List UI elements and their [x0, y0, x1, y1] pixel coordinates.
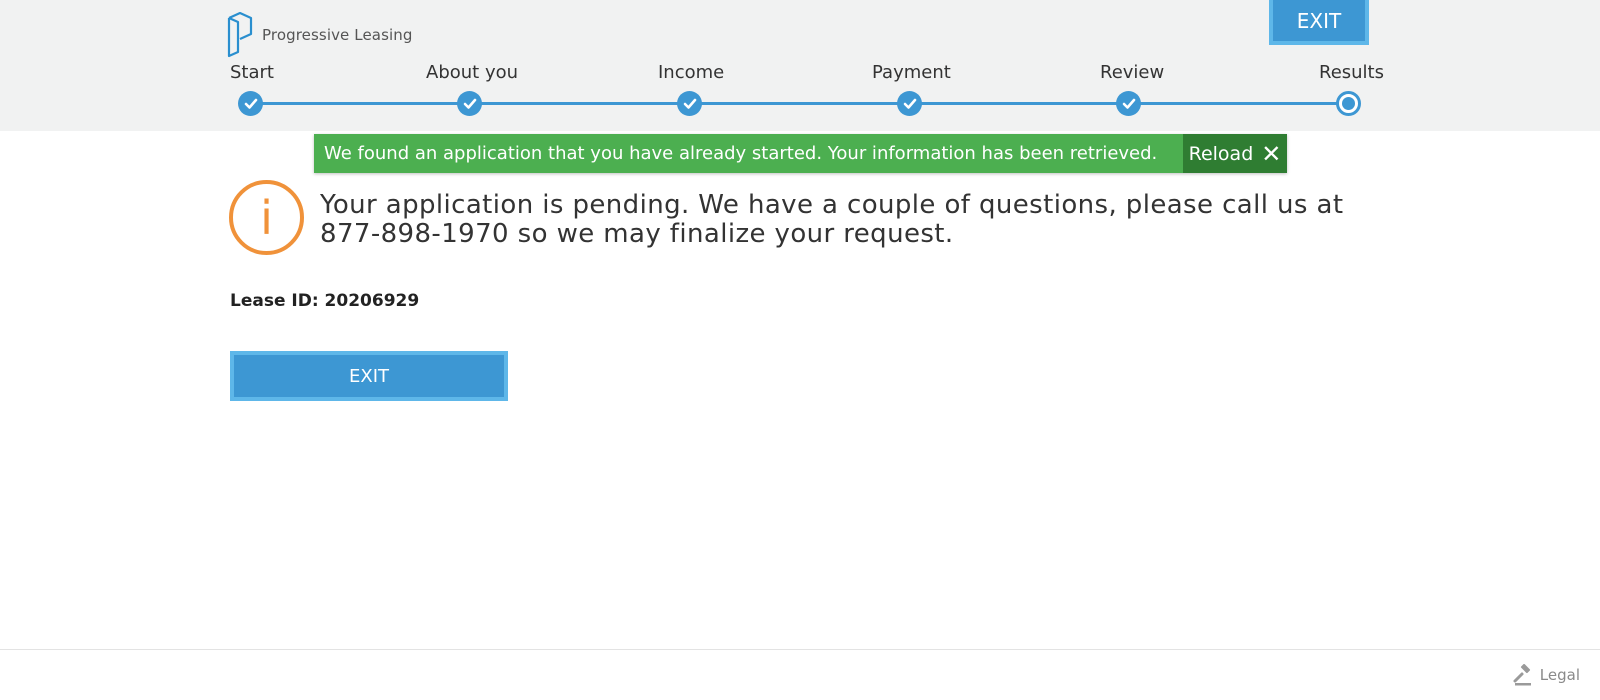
- current-step-icon: [1336, 91, 1361, 116]
- step-label: Start: [230, 62, 274, 83]
- header: Progressive Leasing EXIT Start About you…: [0, 0, 1600, 131]
- step-label: Results: [1319, 62, 1384, 83]
- check-icon: [457, 91, 482, 116]
- exit-button-header[interactable]: EXIT: [1269, 0, 1369, 45]
- step-label: Payment: [872, 62, 951, 83]
- info-icon: i: [229, 180, 304, 255]
- pending-message: Your application is pending. We have a c…: [320, 190, 1344, 249]
- close-icon[interactable]: ✕: [1261, 142, 1281, 166]
- brand-logo[interactable]: Progressive Leasing: [226, 12, 412, 58]
- exit-button[interactable]: EXIT: [230, 351, 508, 401]
- gavel-icon: [1513, 664, 1531, 686]
- check-icon: [897, 91, 922, 116]
- footer: Legal: [0, 649, 1600, 700]
- lease-id: Lease ID: 20206929: [230, 291, 420, 311]
- p-logo-icon: [227, 12, 253, 58]
- check-icon: [677, 91, 702, 116]
- progress-stepper: Start About you Income Payment Review Re…: [0, 62, 1600, 122]
- check-icon: [238, 91, 263, 116]
- retrieved-application-notice: We found an application that you have al…: [314, 134, 1287, 173]
- step-label: About you: [426, 62, 519, 83]
- step-label: Income: [658, 62, 725, 83]
- notice-message: We found an application that you have al…: [314, 134, 1183, 173]
- step-label: Review: [1100, 62, 1165, 83]
- reload-label: Reload: [1188, 142, 1254, 165]
- brand-name: Progressive Leasing: [262, 26, 413, 44]
- progress-line: [250, 102, 1349, 105]
- legal-label: Legal: [1539, 666, 1580, 684]
- legal-link[interactable]: Legal: [1512, 664, 1580, 686]
- check-icon: [1116, 91, 1141, 116]
- reload-button[interactable]: Reload ✕: [1183, 134, 1287, 173]
